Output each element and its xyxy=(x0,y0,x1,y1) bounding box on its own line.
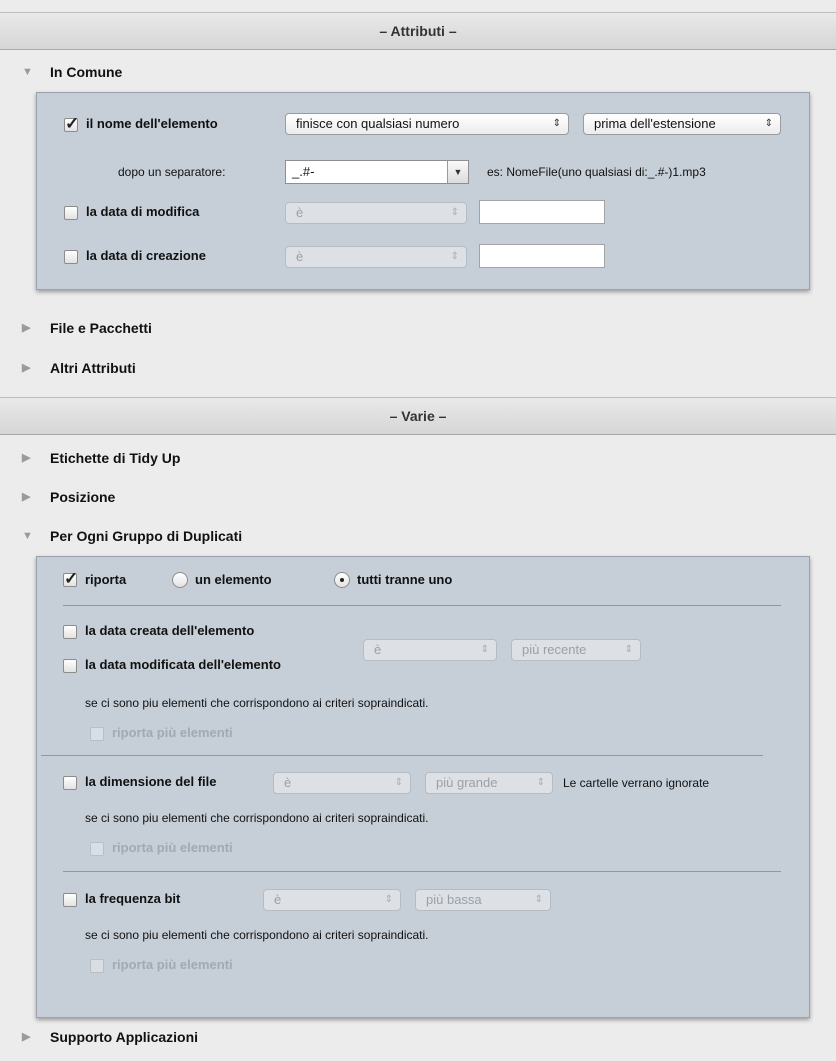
cartelle-note: Le cartelle verrano ignorate xyxy=(563,776,710,790)
data-creazione-checkbox[interactable] xyxy=(64,250,78,264)
riporta-piu-checkbox[interactable] xyxy=(90,727,104,741)
data-modificata-checkbox[interactable] xyxy=(63,659,77,673)
disclosure-duplicati[interactable]: ▼ Per Ogni Gruppo di Duplicati xyxy=(0,516,836,556)
popup-arrows-icon: ⇕ xyxy=(536,777,545,788)
popup-arrows-icon: ⇕ xyxy=(394,777,403,788)
disclosure-expanded-icon: ▼ xyxy=(22,66,33,78)
riporta-piu-label: riporta più elementi xyxy=(112,725,233,740)
radio-un-elemento[interactable] xyxy=(172,572,188,588)
separatore-label: dopo un separatore: xyxy=(118,165,226,179)
duplicati-panel: riporta un elemento tutti tranne uno la … xyxy=(36,556,810,1018)
disclosure-posizione[interactable]: ▶ Posizione xyxy=(0,477,836,517)
popup-arrows-icon: ⇕ xyxy=(534,894,543,905)
separatore-combobox[interactable]: _.#- ▼ xyxy=(285,160,469,184)
nome-condition-popup[interactable]: finisce con qualsiasi numero ⇕ xyxy=(285,113,569,135)
data-modifica-checkbox[interactable] xyxy=(64,206,78,220)
popup-arrows-icon: ⇕ xyxy=(450,251,459,262)
radio-tutti-tranne-uno[interactable] xyxy=(334,572,350,588)
data-modificata-label: la data modificata dell'elemento xyxy=(85,657,281,672)
estensione-popup[interactable]: prima dell'estensione ⇕ xyxy=(583,113,781,135)
section-header-attributi: – Attributi – xyxy=(0,12,836,50)
popup-arrows-icon: ⇕ xyxy=(480,644,489,655)
data-modifica-popup[interactable]: è ⇕ xyxy=(285,202,467,224)
popup-value: è xyxy=(284,775,292,790)
dimensione-condition-popup[interactable]: è ⇕ xyxy=(273,772,411,794)
disclosure-etichette[interactable]: ▶ Etichette di Tidy Up xyxy=(0,438,836,478)
popup-arrows-icon: ⇕ xyxy=(450,207,459,218)
data-modifica-label: la data di modifica xyxy=(86,204,200,219)
data-creazione-label: la data di creazione xyxy=(86,248,206,263)
nome-elemento-label: il nome dell'elemento xyxy=(86,116,218,131)
frequenza-label: la frequenza bit xyxy=(85,891,181,906)
data-creazione-popup[interactable]: è ⇕ xyxy=(285,246,467,268)
riporta-checkbox[interactable] xyxy=(63,569,78,589)
riporta-piu-checkbox[interactable] xyxy=(90,842,104,856)
dimensione-checkbox[interactable] xyxy=(63,776,77,790)
radio-tutti-label: tutti tranne uno xyxy=(357,572,453,587)
popup-arrows-icon: ⇕ xyxy=(624,644,633,655)
divider xyxy=(63,871,781,872)
radio-un-elemento-label: un elemento xyxy=(195,572,272,587)
disclosure-label: Etichette di Tidy Up xyxy=(50,450,181,466)
popup-arrows-icon: ⇕ xyxy=(552,118,561,129)
disclosure-collapsed-icon: ▶ xyxy=(22,362,31,374)
disclosure-collapsed-icon: ▶ xyxy=(22,322,31,334)
frequenza-checkbox[interactable] xyxy=(63,893,77,907)
data-creazione-field[interactable] xyxy=(479,244,605,268)
popup-value: più recente xyxy=(522,642,587,657)
popup-arrows-icon: ⇕ xyxy=(764,118,773,129)
disclosure-label: In Comune xyxy=(50,64,123,80)
riporta-piu-label: riporta più elementi xyxy=(112,840,233,855)
disclosure-file-pacchetti[interactable]: ▶ File e Pacchetti xyxy=(0,308,836,348)
piu-grande-popup[interactable]: più grande ⇕ xyxy=(425,772,553,794)
criteri-note: se ci sono piu elementi che corrispondon… xyxy=(85,811,429,825)
disclosure-altri-attributi[interactable]: ▶ Altri Attributi xyxy=(0,348,836,388)
popup-value: prima dell'estensione xyxy=(594,116,716,131)
chevron-down-icon[interactable]: ▼ xyxy=(447,161,468,183)
dimensione-label: la dimensione del file xyxy=(85,774,217,789)
disclosure-expanded-icon: ▼ xyxy=(22,530,33,542)
piu-recente-popup[interactable]: più recente ⇕ xyxy=(511,639,641,661)
data-condition-popup[interactable]: è ⇕ xyxy=(363,639,497,661)
popup-value: più bassa xyxy=(426,892,482,907)
disclosure-collapsed-icon: ▶ xyxy=(22,1031,31,1043)
data-creata-label: la data creata dell'elemento xyxy=(85,623,255,638)
popup-value: più grande xyxy=(436,775,498,790)
in-comune-panel: il nome dell'elemento finisce con qualsi… xyxy=(36,92,810,290)
disclosure-in-comune[interactable]: ▼ In Comune xyxy=(0,52,836,92)
disclosure-label: Posizione xyxy=(50,489,116,505)
divider xyxy=(41,755,763,756)
criteri-note: se ci sono piu elementi che corrispondon… xyxy=(85,696,429,710)
popup-value: è xyxy=(296,249,304,264)
frequenza-condition-popup[interactable]: è ⇕ xyxy=(263,889,401,911)
criteri-note: se ci sono piu elementi che corrispondon… xyxy=(85,928,429,942)
disclosure-collapsed-icon: ▶ xyxy=(22,452,31,464)
separatore-example: es: NomeFile(uno qualsiasi di:_.#-)1.mp3 xyxy=(487,165,706,179)
disclosure-collapsed-icon: ▶ xyxy=(22,491,31,503)
popup-arrows-icon: ⇕ xyxy=(384,894,393,905)
disclosure-label: Supporto Applicazioni xyxy=(50,1029,199,1045)
disclosure-label: Altri Attributi xyxy=(50,360,136,376)
popup-value: è xyxy=(274,892,282,907)
divider xyxy=(63,605,781,606)
combo-value: _.#- xyxy=(292,164,315,179)
nome-elemento-checkbox[interactable] xyxy=(64,114,79,134)
riporta-piu-label: riporta più elementi xyxy=(112,957,233,972)
disclosure-label: File e Pacchetti xyxy=(50,320,152,336)
disclosure-label: Per Ogni Gruppo di Duplicati xyxy=(50,528,243,544)
popup-value: è xyxy=(374,642,382,657)
popup-value: finisce con qualsiasi numero xyxy=(296,116,460,131)
riporta-label: riporta xyxy=(85,572,127,587)
data-modifica-field[interactable] xyxy=(479,200,605,224)
section-header-varie: – Varie – xyxy=(0,397,836,435)
data-creata-checkbox[interactable] xyxy=(63,625,77,639)
riporta-piu-checkbox[interactable] xyxy=(90,959,104,973)
disclosure-supporto[interactable]: ▶ Supporto Applicazioni xyxy=(0,1017,836,1057)
piu-bassa-popup[interactable]: più bassa ⇕ xyxy=(415,889,551,911)
popup-value: è xyxy=(296,205,304,220)
